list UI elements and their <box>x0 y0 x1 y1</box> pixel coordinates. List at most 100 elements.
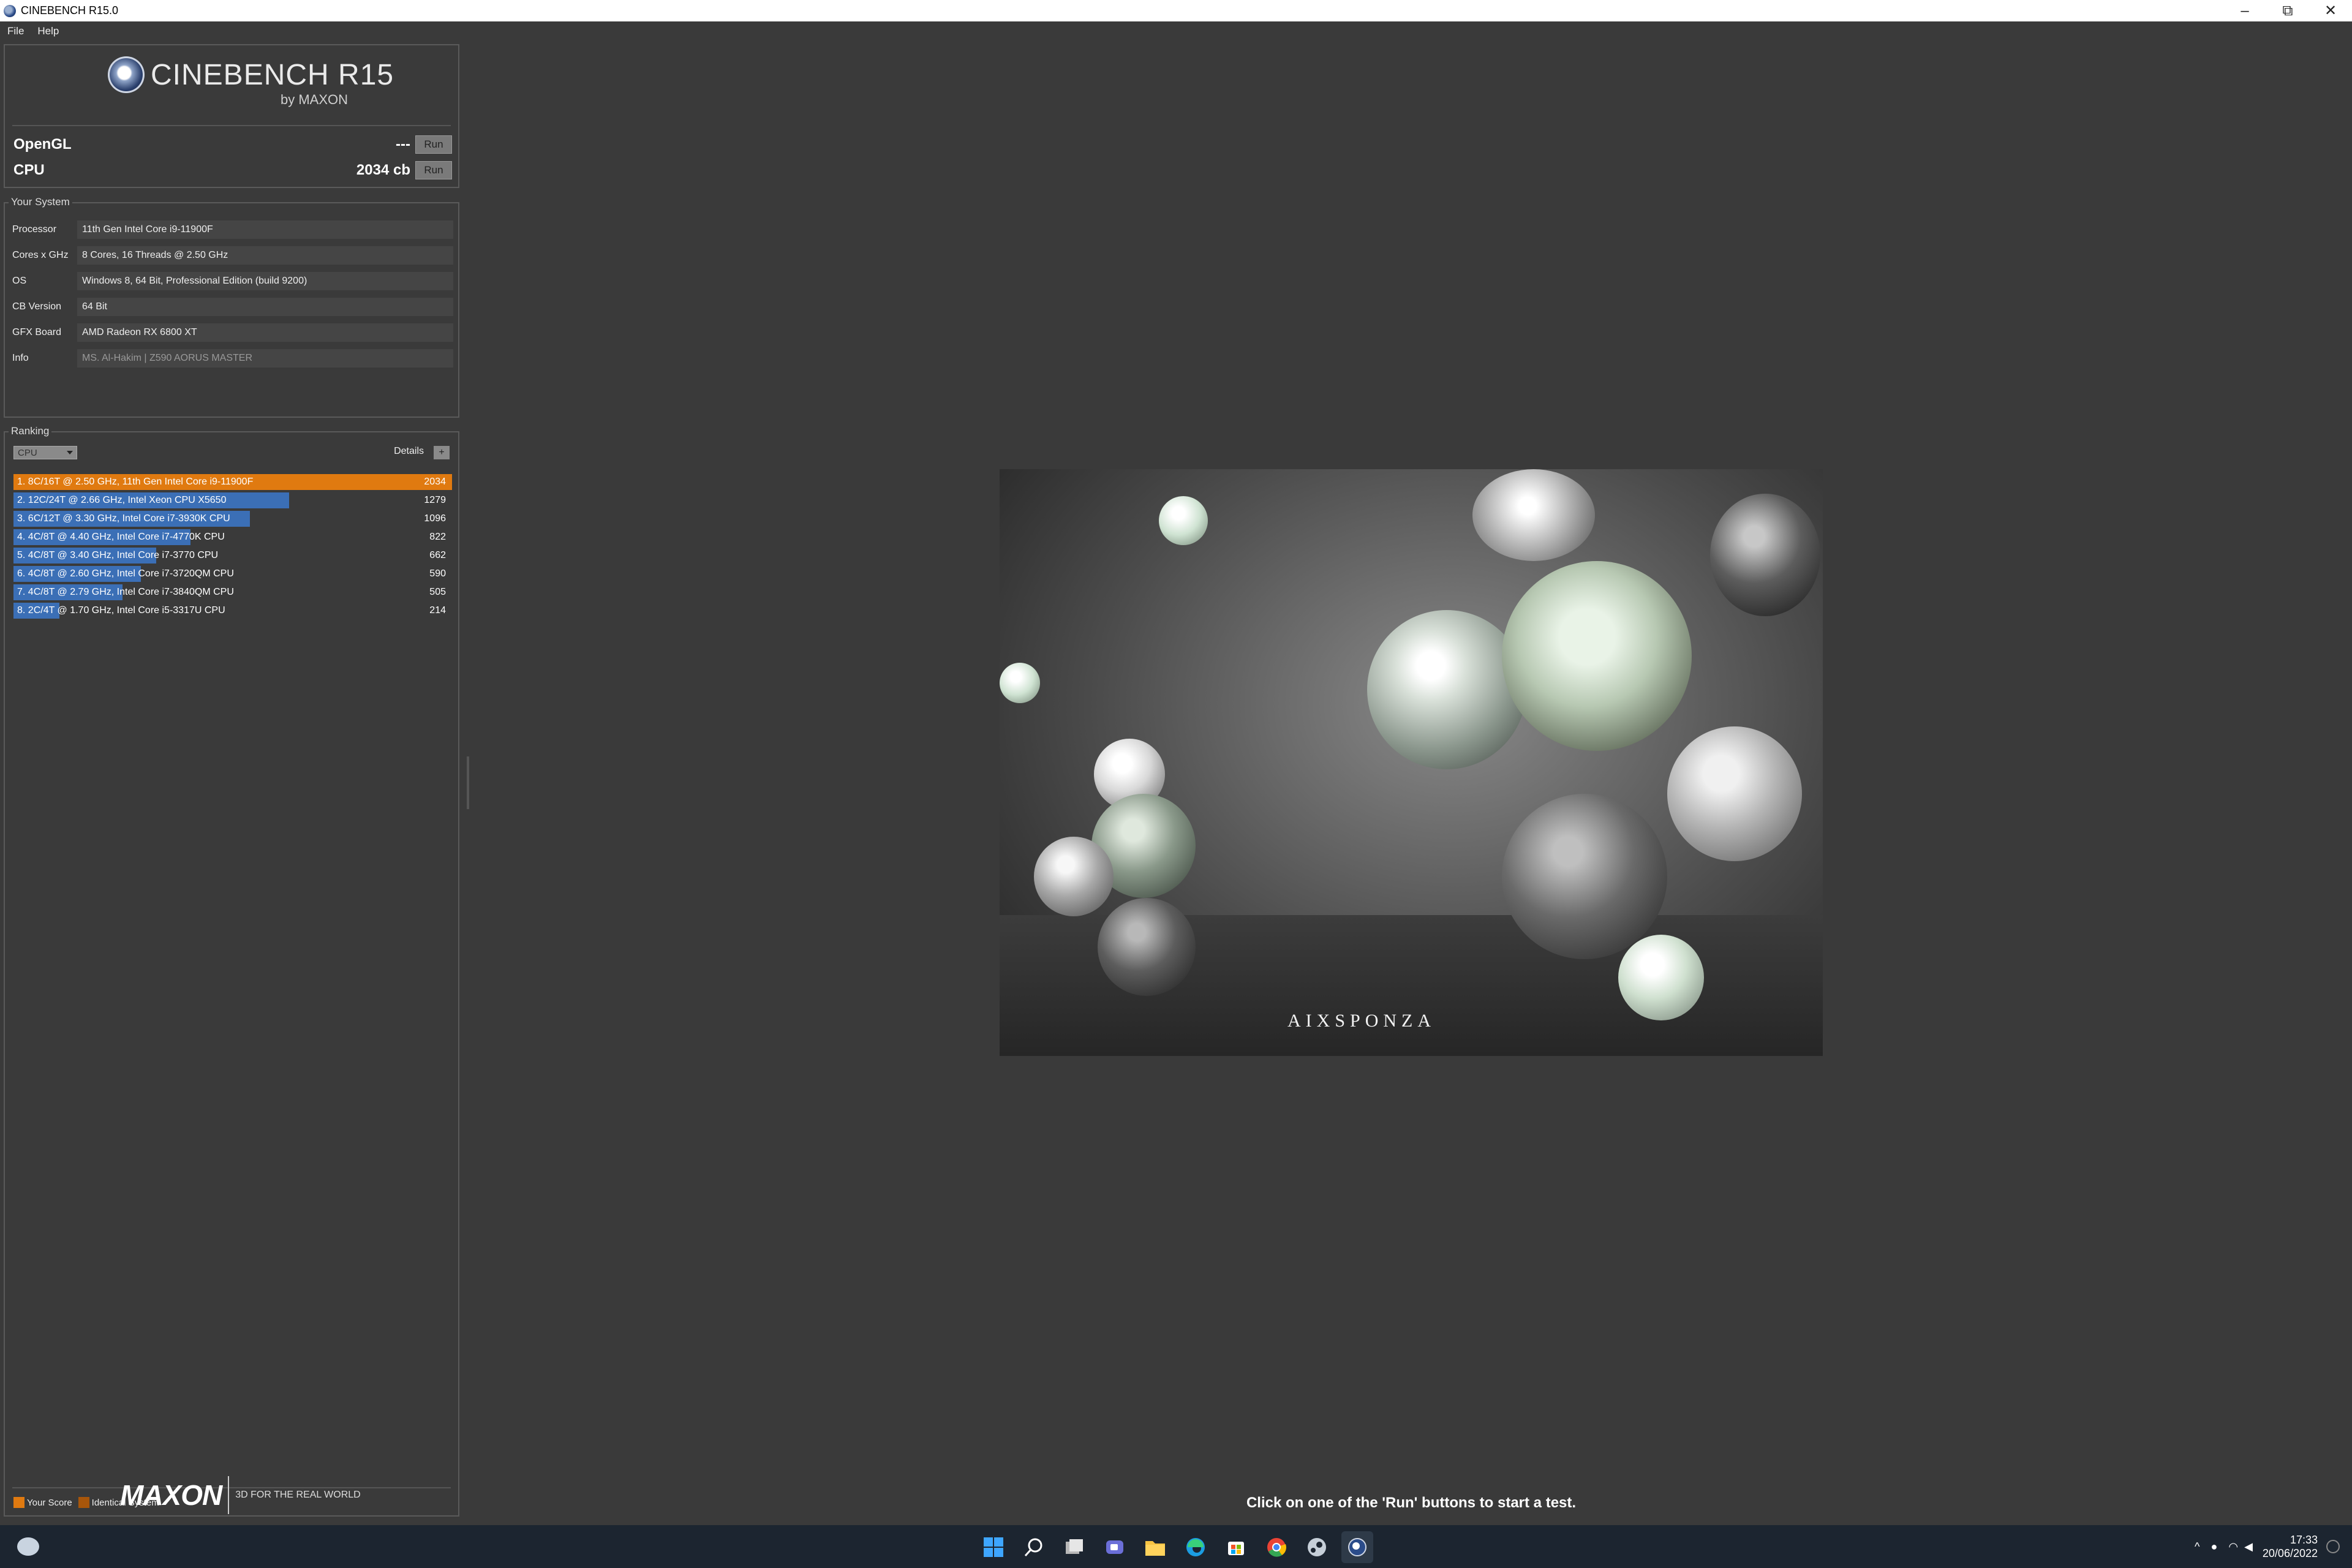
ranking-label: 1. 8C/16T @ 2.50 GHz, 11th Gen Intel Cor… <box>17 477 254 487</box>
system-row-os: OS Windows 8, 64 Bit, Professional Editi… <box>12 271 453 292</box>
notification-icon[interactable] <box>2326 1540 2340 1553</box>
task-view-icon[interactable] <box>1058 1531 1090 1563</box>
system-row-cores: Cores x GHz 8 Cores, 16 Threads @ 2.50 G… <box>12 245 453 266</box>
ranking-score: 1096 <box>424 513 446 524</box>
your-score-swatch <box>13 1497 24 1508</box>
ranking-row[interactable]: 5. 4C/8T @ 3.40 GHz, Intel Core i7-3770 … <box>13 548 452 564</box>
taskbar-apps <box>978 1531 1382 1563</box>
maxon-logo: MAXON <box>120 1479 222 1511</box>
ranking-box: Ranking CPU Details + 1. 8C/16T @ 2.50 G… <box>4 425 459 1517</box>
weather-icon[interactable] <box>17 1537 39 1556</box>
divider <box>12 125 451 126</box>
system-value: 8 Cores, 16 Threads @ 2.50 GHz <box>77 246 453 265</box>
identical-system-swatch <box>78 1497 89 1508</box>
chat-icon[interactable] <box>1099 1531 1131 1563</box>
scene-sphere <box>1159 496 1208 545</box>
scene-sphere <box>1034 837 1114 916</box>
ranking-label: 7. 4C/8T @ 2.79 GHz, Intel Core i7-3840Q… <box>17 587 234 597</box>
your-score-label: Your Score <box>27 1497 72 1508</box>
store-icon[interactable] <box>1220 1531 1252 1563</box>
system-value: AMD Radeon RX 6800 XT <box>77 323 453 342</box>
ranking-row[interactable]: 8. 2C/4T @ 1.70 GHz, Intel Core i5-3317U… <box>13 603 452 619</box>
system-key: Processor <box>12 224 57 235</box>
ranking-label: 5. 4C/8T @ 3.40 GHz, Intel Core i7-3770 … <box>17 550 219 560</box>
system-key: GFX Board <box>12 327 62 337</box>
render-preview: AIXSPONZA <box>1000 469 1823 1056</box>
scene-sphere <box>1502 561 1692 751</box>
panel-splitter[interactable] <box>467 756 469 809</box>
your-system-title: Your System <box>9 196 72 208</box>
ranking-score: 2034 <box>424 477 446 487</box>
system-row-gfx: GFX Board AMD Radeon RX 6800 XT <box>12 322 453 343</box>
ranking-label: 8. 2C/4T @ 1.70 GHz, Intel Core i5-3317U… <box>17 605 225 616</box>
clock-time: 17:33 <box>2290 1534 2318 1546</box>
ranking-score: 505 <box>429 587 446 597</box>
ranking-row[interactable]: 6. 4C/8T @ 2.60 GHz, Intel Core i7-3720Q… <box>13 566 452 582</box>
opengl-run-button[interactable]: Run <box>415 135 452 154</box>
cinema4d-logo-icon <box>108 56 145 93</box>
ranking-row[interactable]: 4. 4C/8T @ 4.40 GHz, Intel Core i7-4770K… <box>13 529 452 545</box>
opengl-score: --- <box>396 136 410 153</box>
system-value: 11th Gen Intel Core i9-11900F <box>77 221 453 239</box>
scene-sphere <box>1618 935 1704 1020</box>
window-title: CINEBENCH R15.0 <box>21 4 119 17</box>
clock[interactable]: 17:33 20/06/2022 <box>2263 1533 2318 1560</box>
info-input[interactable]: MS. Al-Hakim | Z590 AORUS MASTER <box>77 349 453 368</box>
file-explorer-icon[interactable] <box>1139 1531 1171 1563</box>
maxon-footer: MAXON 3D FOR THE REAL WORLD <box>120 1476 361 1514</box>
cinebench-icon[interactable] <box>1341 1531 1373 1563</box>
clock-date: 20/06/2022 <box>2262 1547 2318 1559</box>
close-button[interactable]: ✕ <box>2309 0 2352 21</box>
system-row-cb-version: CB Version 64 Bit <box>12 296 453 317</box>
cinebench-logo: CINEBENCH R15 <box>108 56 394 93</box>
ranking-score: 590 <box>429 568 446 579</box>
scene-sphere <box>1367 610 1526 769</box>
ranking-label: 2. 12C/24T @ 2.66 GHz, Intel Xeon CPU X5… <box>17 495 227 505</box>
scene-sphere <box>1098 898 1196 996</box>
ranking-row[interactable]: 7. 4C/8T @ 2.79 GHz, Intel Core i7-3840Q… <box>13 584 452 600</box>
wifi-icon[interactable]: ◠ <box>2228 1540 2238 1553</box>
your-system-box: Your System Processor 11th Gen Intel Cor… <box>4 196 459 418</box>
steam-icon[interactable] <box>1301 1531 1333 1563</box>
microphone-icon[interactable]: ● <box>2211 1540 2217 1553</box>
system-value: 64 Bit <box>77 298 453 316</box>
status-hint: Click on one of the 'Run' buttons to sta… <box>1246 1494 1577 1511</box>
window-controls: – ⧉ ✕ <box>2223 0 2352 21</box>
menu-file[interactable]: File <box>7 25 24 37</box>
ranking-score: 214 <box>429 605 446 616</box>
scene-sphere <box>1472 469 1595 561</box>
ranking-label: 3. 6C/12T @ 3.30 GHz, Intel Core i7-3930… <box>17 513 230 524</box>
ranking-title: Ranking <box>9 425 52 437</box>
chevron-up-icon[interactable]: ^ <box>2195 1540 2199 1553</box>
details-expand-button[interactable]: + <box>434 446 450 459</box>
ranking-score: 1279 <box>424 495 446 505</box>
restore-button[interactable]: ⧉ <box>2266 0 2309 21</box>
divider <box>228 1476 230 1514</box>
chrome-icon[interactable] <box>1261 1531 1292 1563</box>
minimize-button[interactable]: – <box>2223 0 2266 21</box>
cpu-label: CPU <box>13 162 45 178</box>
cpu-run-button[interactable]: Run <box>415 161 452 179</box>
system-row-processor: Processor 11th Gen Intel Core i9-11900F <box>12 219 453 240</box>
system-key: OS <box>12 276 27 286</box>
ranking-score: 822 <box>429 532 446 542</box>
ranking-row[interactable]: 2. 12C/24T @ 2.66 GHz, Intel Xeon CPU X5… <box>13 492 452 508</box>
opengl-label: OpenGL <box>13 136 72 153</box>
menu-bar: File Help <box>0 21 2352 41</box>
system-key: Cores x GHz <box>12 250 69 260</box>
search-icon[interactable] <box>1018 1531 1050 1563</box>
start-icon[interactable] <box>978 1531 1009 1563</box>
edge-icon[interactable] <box>1180 1531 1212 1563</box>
chevron-down-icon <box>67 451 73 454</box>
cpu-score: 2034 cb <box>356 162 410 178</box>
ranking-row[interactable]: 3. 6C/12T @ 3.30 GHz, Intel Core i7-3930… <box>13 511 452 527</box>
details-label: Details <box>394 446 424 456</box>
ranking-score: 662 <box>429 550 446 560</box>
maxon-tagline: 3D FOR THE REAL WORLD <box>235 1490 361 1500</box>
ranking-type-dropdown[interactable]: CPU <box>13 446 77 459</box>
scene-sphere <box>1000 663 1040 703</box>
ranking-row[interactable]: 1. 8C/16T @ 2.50 GHz, 11th Gen Intel Cor… <box>13 474 452 490</box>
logo-name: CINEBENCH R15 <box>151 58 394 91</box>
volume-icon[interactable]: ◀ <box>2244 1540 2253 1553</box>
menu-help[interactable]: Help <box>37 25 59 37</box>
